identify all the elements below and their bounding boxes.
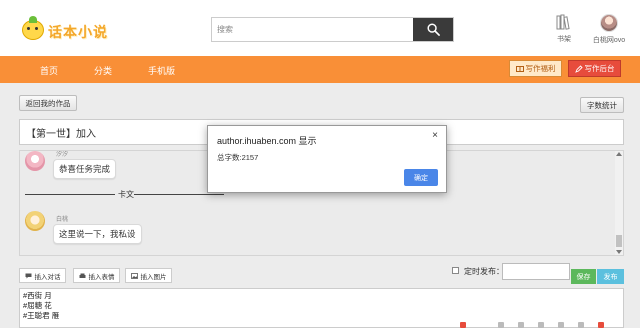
image-icon bbox=[130, 272, 138, 279]
writing-benefits-label: 写作福利 bbox=[525, 64, 556, 73]
message-sender: 白桃 bbox=[56, 217, 69, 223]
avatar bbox=[25, 151, 45, 171]
divider-line-left bbox=[25, 194, 115, 195]
timed-publish-checkbox[interactable] bbox=[452, 267, 459, 274]
chat-icon bbox=[25, 273, 31, 278]
scroll-up-icon[interactable] bbox=[616, 152, 622, 156]
message-bubble[interactable]: 这里说一下，我私设 bbox=[53, 224, 142, 244]
dialog-message: 总字数:2157 bbox=[217, 153, 259, 162]
writing-benefits-button[interactable]: 写作福利 bbox=[509, 60, 562, 77]
close-icon[interactable]: × bbox=[432, 130, 438, 141]
message-sender: 汐汐 bbox=[56, 152, 69, 158]
editor-line: #西街 月 bbox=[23, 291, 52, 300]
search-icon bbox=[426, 23, 440, 36]
timed-publish-label: 定时发布： bbox=[464, 267, 504, 276]
dialog-title: author.ihuaben.com 显示 bbox=[217, 136, 317, 146]
bookshelf-link[interactable]: 书架 bbox=[552, 14, 576, 44]
page: 话本小说 书架 白桃网ovo 首页 分类 bbox=[0, 0, 640, 328]
dialog-ok-button[interactable]: 确定 bbox=[404, 169, 438, 186]
print-icon bbox=[79, 273, 85, 278]
back-to-works-button[interactable]: 返回我的作品 bbox=[19, 95, 77, 111]
scene-divider-text: 卡文 bbox=[118, 190, 134, 199]
footer-icon bbox=[598, 322, 604, 328]
scrollbar-thumb[interactable] bbox=[616, 235, 622, 247]
publish-button[interactable]: 发布 bbox=[597, 269, 624, 284]
insert-emoji-button[interactable]: 插入表情 bbox=[73, 268, 120, 283]
pen-icon bbox=[574, 64, 583, 73]
message-bubble[interactable]: 恭喜任务完成 bbox=[53, 159, 117, 179]
writing-backend-label: 写作后台 bbox=[584, 64, 615, 73]
word-count-button[interactable]: 字数统计 bbox=[580, 97, 624, 113]
mascot-icon bbox=[22, 16, 44, 40]
bookshelf-icon bbox=[556, 14, 570, 30]
footer-icon bbox=[558, 322, 564, 328]
chat-scrollbar[interactable] bbox=[615, 151, 623, 255]
nav-item-mobile[interactable]: 手机版 bbox=[148, 64, 175, 77]
gift-icon bbox=[515, 66, 524, 72]
avatar bbox=[25, 211, 45, 231]
footer-icon bbox=[460, 322, 466, 328]
footer-icon bbox=[498, 322, 504, 328]
search-box bbox=[211, 17, 454, 42]
divider-line-right bbox=[134, 194, 224, 195]
user-name: 白桃网ovo bbox=[592, 37, 626, 44]
logo-text: 话本小说 bbox=[48, 25, 108, 41]
writing-backend-button[interactable]: 写作后台 bbox=[568, 60, 621, 77]
insert-dialog-label: 插入对话 bbox=[34, 273, 61, 281]
search-button[interactable] bbox=[413, 18, 453, 41]
editor-line: #屈糖 花 bbox=[23, 301, 52, 310]
insert-image-button[interactable]: 插入图片 bbox=[125, 268, 172, 283]
header: 话本小说 书架 白桃网ovo bbox=[0, 0, 640, 56]
site-logo[interactable]: 话本小说 bbox=[22, 16, 112, 44]
user-menu[interactable]: 白桃网ovo bbox=[584, 14, 634, 45]
publish-time-input[interactable] bbox=[502, 263, 570, 280]
insert-dialog-button[interactable]: 插入对话 bbox=[19, 268, 66, 283]
insert-emoji-label: 插入表情 bbox=[88, 273, 115, 281]
footer-icon bbox=[578, 322, 584, 328]
save-button[interactable]: 保存 bbox=[571, 269, 596, 284]
footer-icon bbox=[538, 322, 544, 328]
bookshelf-label: 书架 bbox=[557, 36, 571, 43]
footer-icon bbox=[518, 322, 524, 328]
search-input[interactable] bbox=[212, 18, 414, 41]
avatar bbox=[600, 14, 618, 32]
insert-image-label: 插入图片 bbox=[140, 273, 167, 281]
scroll-down-icon[interactable] bbox=[616, 250, 622, 254]
editor-line: #王聪君 雁 bbox=[23, 311, 60, 320]
alert-dialog: author.ihuaben.com 显示 × 总字数:2157 确定 bbox=[207, 125, 447, 193]
footer-toolbar bbox=[460, 322, 640, 328]
nav-item-home[interactable]: 首页 bbox=[40, 64, 58, 77]
nav-item-category[interactable]: 分类 bbox=[94, 64, 112, 77]
